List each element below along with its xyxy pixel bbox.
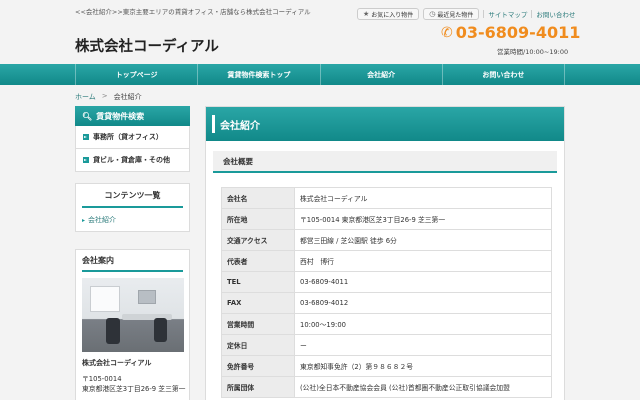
company-street: 東京都港区芝3丁目26-9 芝三第一 (82, 385, 186, 393)
chevron-right-icon: ▸ (82, 216, 86, 224)
company-postal: 〒105-0014 (82, 375, 122, 383)
table-row: 会社名 株式会社コーディアル (221, 187, 552, 209)
contents-title: コンテンツ一覧 (82, 184, 183, 208)
row-key: 所属団体 (221, 376, 295, 398)
favorites-label: お気に入り物件 (371, 11, 414, 19)
row-value: 東京都知事免許（2）第９８６８２号 (294, 355, 552, 377)
phone-icon: ✆ (441, 24, 453, 41)
sidebar-item-label: 事務所（貸オフィス） (93, 133, 163, 141)
row-key: 代表者 (221, 250, 295, 272)
section-title: 会社概要 (213, 151, 557, 173)
business-hours: 営業時間/10:00~19:00 (497, 48, 569, 56)
sidebar-search-header: 🔍︎ 賃貸物件検索 (75, 106, 190, 126)
arrow-icon (83, 134, 89, 140)
row-key: FAX (221, 292, 295, 314)
company-box: 会社案内 株式会社コーディアル 〒105-0014 東京都港区芝3丁目26-9 … (75, 249, 190, 400)
row-value: 〒105-0014 東京都港区芝3丁目26-9 芝三第一 (294, 208, 552, 230)
divider (483, 10, 485, 18)
page-title: 会社紹介 (206, 107, 564, 141)
arrow-icon (83, 157, 89, 163)
row-value: 10:00〜19:00 (294, 313, 552, 335)
table-row: 営業時間 10:00〜19:00 (221, 313, 552, 335)
table-row: 交通アクセス 都営三田線 / 芝公園駅 徒歩 6分 (221, 229, 552, 251)
company-box-title: 会社案内 (82, 250, 183, 272)
breadcrumb-current: 会社紹介 (113, 93, 142, 101)
row-value: 株式会社コーディアル (294, 187, 552, 209)
sidebar-item-label: 貸ビル・貸倉庫・その他 (93, 156, 170, 164)
row-value: 西村 博行 (294, 250, 552, 272)
search-icon: 🔍︎ (82, 111, 93, 121)
row-value: 03-6809-4012 (294, 292, 552, 314)
row-key: 営業時間 (221, 313, 295, 335)
sidebar-item-building[interactable]: 貸ビル・貸倉庫・その他 (75, 149, 190, 172)
breadcrumb: ホーム > 会社紹介 (75, 92, 142, 102)
main-nav: トップページ 賃貸物件検索トップ 会社紹介 お問い合わせ (0, 64, 640, 85)
table-row: 所属団体 (公社)全日本不動産協会会員 (公社)首都圏不動産公正取引協議会加盟 (221, 376, 552, 398)
sidebar: 🔍︎ 賃貸物件検索 事務所（貸オフィス） 貸ビル・貸倉庫・その他 コンテンツ一覧… (75, 106, 190, 400)
sidebar-item-office[interactable]: 事務所（貸オフィス） (75, 126, 190, 149)
breadcrumb-separator: > (101, 92, 108, 100)
table-row: 所在地 〒105-0014 東京都港区芝3丁目26-9 芝三第一 (221, 208, 552, 230)
contact-link[interactable]: お問い合わせ (536, 9, 575, 19)
row-key: 定休日 (221, 334, 295, 356)
top-links: ★ お気に入り物件 ◷ 最近見た物件 サイトマップ お問い合わせ (357, 8, 575, 20)
table-row: 定休日ー (221, 334, 552, 356)
clock-icon: ◷ (429, 10, 436, 18)
row-value: ー (294, 334, 552, 356)
row-key: 交通アクセス (221, 229, 295, 251)
recent-label: 最近見た物件 (437, 11, 474, 19)
row-key: 所在地 (221, 208, 295, 230)
row-value: (公社)全日本不動産協会会員 (公社)首都圏不動産公正取引協議会加盟 (294, 376, 552, 398)
row-value: 都営三田線 / 芝公園駅 徒歩 6分 (294, 229, 552, 251)
main-content: 会社紹介 会社概要 会社名 株式会社コーディアル 所在地 〒105-0014 東京都… (205, 106, 565, 400)
phone-text: 03-6809-4011 (455, 23, 581, 42)
site-logo[interactable]: 株式会社コーディアル (75, 35, 219, 56)
star-icon: ★ (363, 10, 370, 18)
divider (531, 10, 533, 18)
office-photo (82, 278, 184, 352)
contents-box: コンテンツ一覧 ▸ 会社紹介 (75, 183, 190, 232)
recent-button[interactable]: ◷ 最近見た物件 (423, 8, 480, 20)
row-key: 免許番号 (221, 355, 295, 377)
contents-link-label: 会社紹介 (88, 216, 117, 224)
table-row: 代表者 西村 博行 (221, 250, 552, 272)
sidebar-search-title: 賃貸物件検索 (96, 111, 145, 121)
phone-number[interactable]: ✆ 03-6809-4011 (441, 23, 580, 42)
company-table: 会社名 株式会社コーディアル 所在地 〒105-0014 東京都港区芝3丁目26-9… (221, 187, 552, 398)
nav-item-company[interactable]: 会社紹介 (319, 64, 442, 85)
sitemap-link[interactable]: サイトマップ (488, 9, 527, 19)
row-key: 会社名 (221, 187, 295, 209)
row-key: TEL (221, 271, 295, 293)
breadcrumb-home[interactable]: ホーム (75, 92, 96, 102)
favorites-button[interactable]: ★ お気に入り物件 (357, 8, 420, 20)
nav-item-search[interactable]: 賃貸物件検索トップ (197, 64, 319, 85)
contents-link-company[interactable]: ▸ 会社紹介 (76, 208, 189, 231)
site-tagline: <<会社紹介>>東京主要エリアの賃貸オフィス・店舗なら株式会社コーディアル (75, 8, 311, 16)
table-row: 免許番号 東京都知事免許（2）第９８６８２号 (221, 355, 552, 377)
table-row: TEL 03-6809-4011 (221, 271, 552, 293)
table-row: FAX 03-6809-4012 (221, 292, 552, 314)
nav-item-top[interactable]: トップページ (75, 64, 197, 85)
nav-item-contact[interactable]: お問い合わせ (441, 64, 565, 85)
company-name: 株式会社コーディアル (82, 359, 152, 367)
company-address: 〒105-0014 東京都港区芝3丁目26-9 芝三第一 (82, 374, 186, 394)
row-value: 03-6809-4011 (294, 271, 552, 293)
